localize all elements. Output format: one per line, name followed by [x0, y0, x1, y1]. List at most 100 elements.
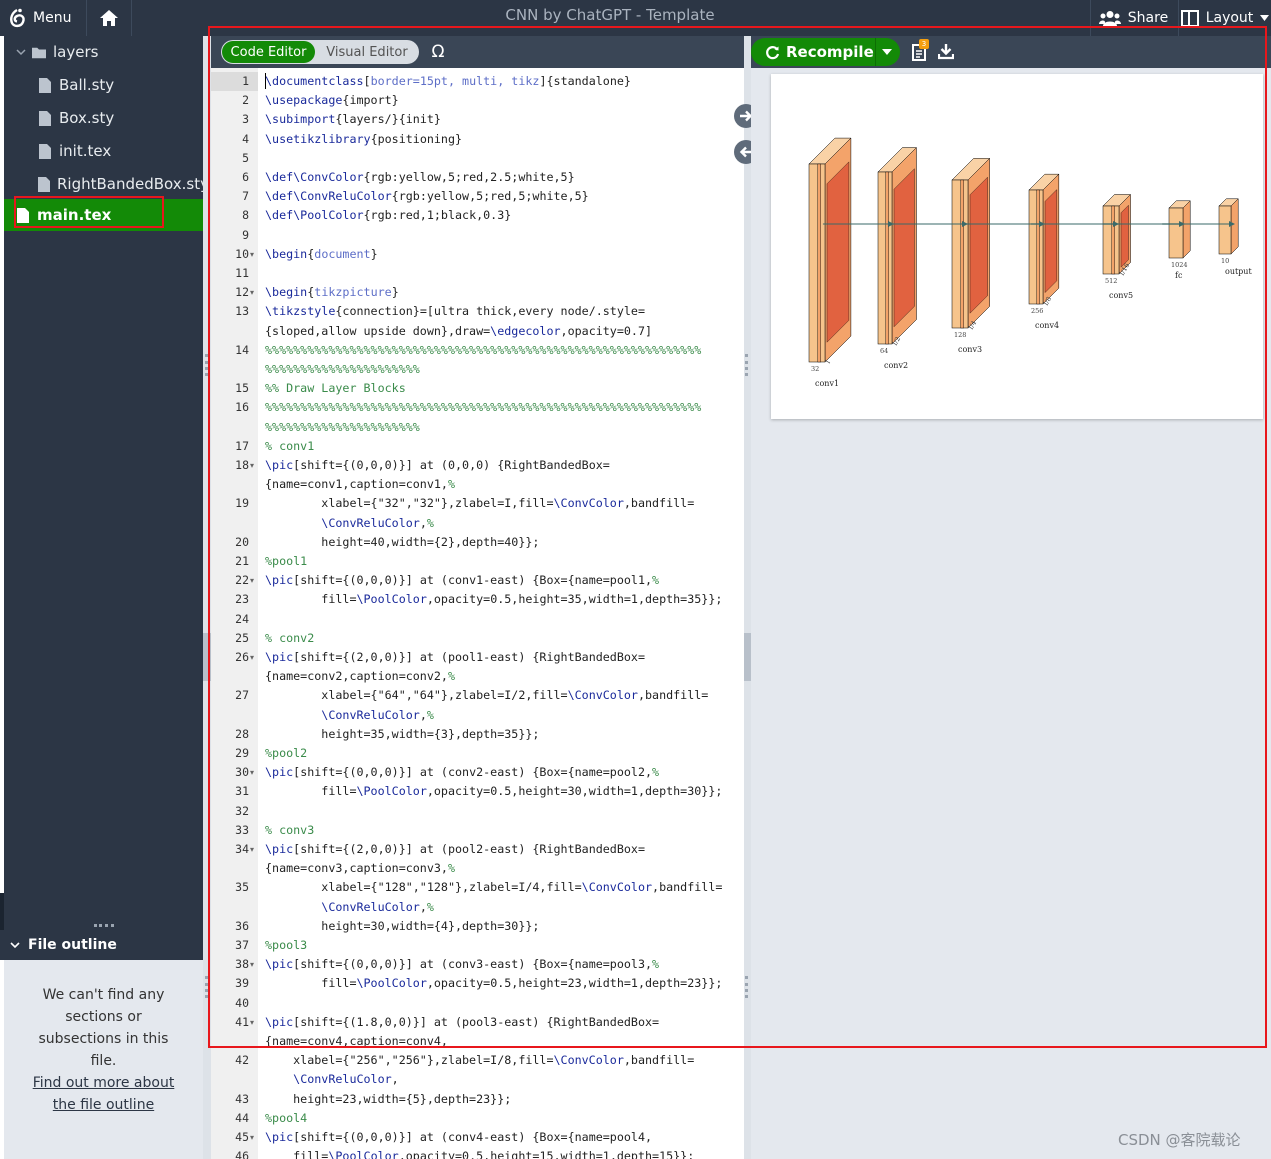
layer-caption: conv2 [884, 361, 908, 370]
download-pdf-button[interactable] [937, 40, 958, 64]
code-line: % conv1 [265, 438, 315, 453]
line-number: 31 [235, 784, 249, 799]
visual-editor-toggle[interactable]: Visual Editor [319, 41, 415, 63]
file-label: RightBandedBox.sty [57, 175, 209, 193]
pdf-toolbar: Recompile 3 [751, 36, 1271, 68]
pane-resizer[interactable] [743, 36, 751, 1159]
code-line: \ConvReluColor,% [321, 707, 434, 722]
fold-toggle-icon[interactable]: ▾ [250, 571, 254, 590]
layer-caption: conv1 [815, 379, 839, 388]
layout-columns-icon [1180, 9, 1199, 27]
users-icon [1098, 11, 1121, 26]
code-line: \usepackage{import} [265, 93, 399, 108]
file-label: Box.sty [59, 109, 115, 127]
project-title: CNN by ChatGPT - Template [505, 6, 715, 24]
code-line: height=35,width={3},depth=35}}; [265, 726, 540, 741]
line-number: 22 [235, 573, 249, 588]
line-number: 25 [235, 630, 249, 645]
line-number: 9 [242, 227, 249, 242]
code-editor[interactable] [258, 68, 744, 1159]
line-number: 5 [242, 150, 249, 165]
line-number: 36 [235, 918, 249, 933]
overleaf-editor-window: Menu CNN by ChatGPT - Template Share Lay… [0, 0, 1271, 1159]
line-number: 34 [235, 842, 249, 856]
editor-toolbar: Code Editor Visual Editor Ω [211, 36, 744, 68]
code-editor-toggle[interactable]: Code Editor [222, 41, 315, 63]
symbol-palette-button[interactable]: Ω [425, 40, 451, 64]
line-number: 46 [235, 1149, 249, 1159]
line-number: 21 [235, 554, 249, 568]
file-icon [38, 110, 52, 126]
watermark: CSDN @客院载论 [1118, 1131, 1241, 1149]
menu-label: Menu [33, 10, 72, 26]
code-line: {name=conv4,caption=conv4, [265, 1034, 448, 1048]
line-number: 1 [211, 72, 258, 91]
code-line: \ConvReluColor,% [321, 515, 434, 530]
file-icon [38, 176, 50, 192]
line-number: 15 [235, 381, 249, 396]
line-number: 13 [235, 304, 249, 319]
code-line: \pic[shift={(1.8,0,0)}] at (pool3-east) … [265, 1014, 660, 1029]
file-rightbandedbox-sty[interactable]: RightBandedBox.sty [4, 168, 209, 200]
fold-toggle-icon[interactable]: ▾ [250, 955, 254, 974]
code-line: {sloped,allow upside down},draw=\edgecol… [265, 323, 653, 338]
code-line: \begin{document} [265, 246, 378, 261]
layer-fc-side [1182, 200, 1191, 259]
file-icon [38, 143, 52, 159]
line-number: 8 [242, 208, 249, 223]
relu-band [885, 171, 889, 345]
share-label: Share [1127, 10, 1169, 26]
file-ball-sty[interactable]: Ball.sty [4, 69, 203, 101]
layer-conv2-front [877, 171, 893, 345]
line-number: 39 [235, 976, 249, 991]
code-line: \pic[shift={(2,0,0)}] at (pool2-east) {R… [265, 842, 645, 856]
sidebar-resizer[interactable] [203, 36, 211, 1159]
layer-caption: conv4 [1035, 321, 1059, 330]
fold-toggle-icon[interactable]: ▾ [250, 456, 254, 475]
recompile-label: Recompile [786, 43, 874, 61]
fold-toggle-icon[interactable]: ▾ [250, 648, 254, 667]
file-init-tex[interactable]: init.tex [4, 135, 203, 167]
layer-caption: conv5 [1109, 291, 1133, 300]
line-number: 28 [235, 726, 249, 741]
layer-caption: output [1225, 267, 1252, 276]
code-line: fill=\PoolColor,opacity=0.5,height=30,wi… [265, 784, 723, 799]
code-line: %% Draw Layer Blocks [265, 381, 406, 396]
code-line: \def\ConvColor{rgb:yellow,5;red,2.5;whit… [265, 170, 575, 184]
line-number: 12 [235, 285, 249, 300]
fold-toggle-icon[interactable]: ▾ [250, 840, 254, 859]
folder-layers[interactable]: layers [4, 36, 203, 68]
fold-toggle-icon[interactable]: ▾ [250, 1128, 254, 1147]
code-line: {name=conv2,caption=conv2,% [265, 669, 455, 684]
code-line: %%%%%%%%%%%%%%%%%%%%%% [265, 362, 420, 376]
recompile-button[interactable]: Recompile [751, 38, 900, 66]
layout-button[interactable]: Layout [1178, 0, 1271, 36]
fold-toggle-icon[interactable]: ▾ [250, 763, 254, 782]
layer-size-label: 1024 [1171, 261, 1188, 269]
line-number: 18 [235, 458, 249, 472]
pool-block [1120, 204, 1129, 268]
layer-size-label: 128 [954, 331, 966, 339]
line-number: 3 [242, 112, 249, 127]
menu-button[interactable]: Menu [8, 0, 82, 36]
pool-block [969, 176, 988, 314]
share-button[interactable]: Share [1090, 0, 1176, 36]
relu-band [1111, 205, 1115, 275]
layer-size-label: 512 [1105, 277, 1117, 285]
recompile-options-caret-icon[interactable] [882, 49, 892, 55]
home-button[interactable] [86, 0, 132, 36]
code-line: height=40,width={2},depth=40}}; [265, 534, 540, 549]
code-line: %pool4 [265, 1110, 308, 1125]
log-count-badge: 3 [919, 39, 929, 49]
file-main-tex[interactable]: main.tex [4, 199, 203, 231]
outline-help-link[interactable]: Find out more about the file outline [4, 1072, 203, 1116]
relu-band [1036, 189, 1040, 305]
fold-toggle-icon[interactable]: ▾ [250, 283, 254, 302]
code-line: \subimport{layers/}{init} [265, 112, 441, 127]
file-box-sty[interactable]: Box.sty [4, 102, 203, 134]
fold-toggle-icon[interactable]: ▾ [250, 245, 254, 264]
code-line: %pool1 [265, 554, 308, 568]
file-outline-header[interactable]: File outline [0, 930, 203, 960]
line-number: 42 [235, 1053, 249, 1068]
fold-toggle-icon[interactable]: ▾ [250, 1013, 254, 1032]
